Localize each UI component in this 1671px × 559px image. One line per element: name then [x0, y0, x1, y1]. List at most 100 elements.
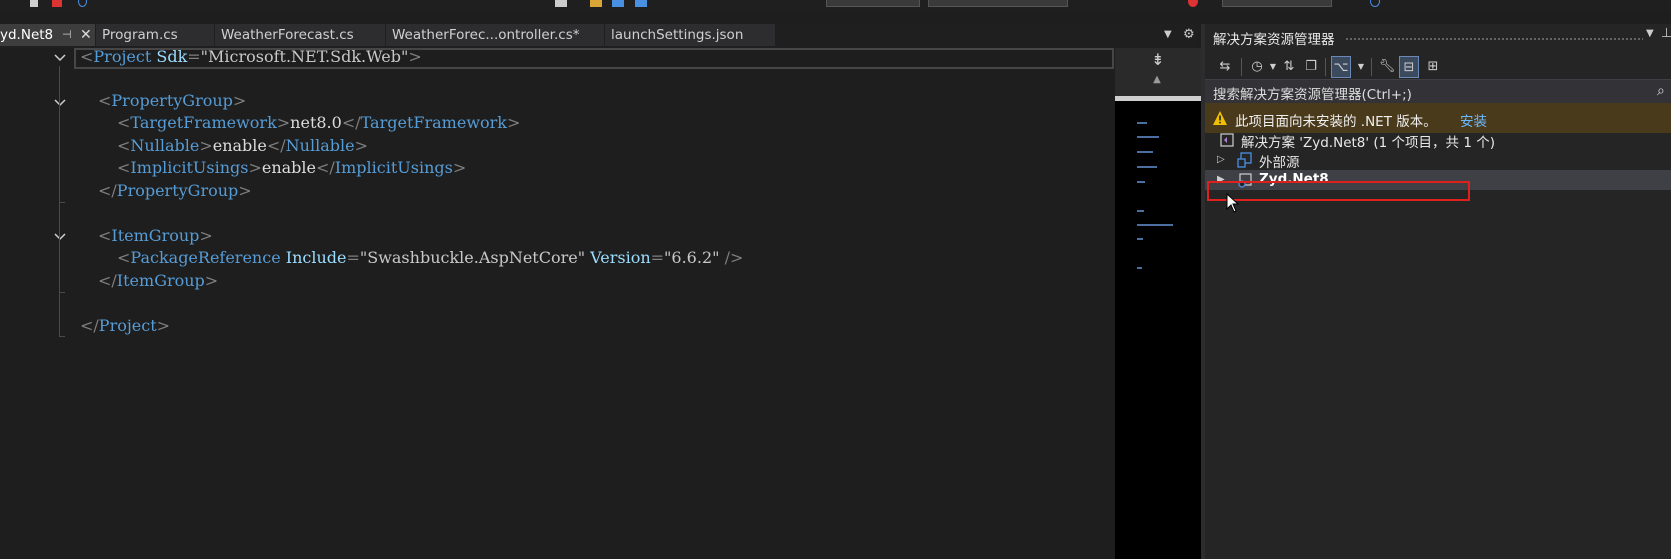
panel-title: 解决方案资源管理器 [1213, 32, 1335, 48]
tab-label: launchSettings.json [611, 27, 744, 43]
pin-icon[interactable]: ⊥ [1661, 26, 1671, 41]
close-icon[interactable]: ✕ [80, 24, 92, 46]
configuration-dropdown[interactable] [826, 0, 920, 7]
tab-label: WeatherForecast.cs [221, 27, 354, 43]
toolbar-icon[interactable] [1370, 0, 1380, 7]
tab-launchsettings-json[interactable]: launchSettings.json [605, 24, 775, 46]
xml-attribute: Version [585, 248, 651, 267]
tab-label: Program.cs [102, 27, 178, 43]
collapse-icon[interactable] [52, 50, 68, 66]
solution-explorer-panel: 解决方案资源管理器 ▼ ⊥ ⇆ ◷ ▼ ⇅ ❐ ⌥ ▼ 🔧︎ ⊟ ⊞ 搜索解决方… [1201, 24, 1671, 559]
sync-icon[interactable]: ⇅ [1279, 56, 1299, 78]
xml-tag: Project [93, 47, 152, 66]
split-editor-icon[interactable]: ⇟ [1146, 50, 1170, 70]
tab-program-cs[interactable]: Program.cs [96, 24, 214, 46]
save-all-icon[interactable] [635, 0, 647, 7]
chevron-down-icon[interactable]: ▼ [1351, 56, 1371, 78]
platform-dropdown[interactable] [928, 0, 1068, 7]
xml-tag: ImplicitUsings [334, 158, 453, 177]
chevron-down-icon[interactable]: ▼ [1646, 28, 1654, 39]
folder-icon[interactable] [590, 0, 602, 7]
editor-scrollbar[interactable]: ⇟ ▲ [1115, 48, 1201, 559]
xml-tag: ImplicitUsings [130, 158, 249, 177]
show-all-files-icon[interactable]: ⌥ [1331, 56, 1351, 78]
toolbar-icon[interactable] [30, 0, 38, 7]
switch-views-icon[interactable]: ⇆ [1215, 56, 1235, 78]
code-line: <PackageReference Include="Swashbuckle.A… [117, 246, 743, 270]
xml-tag: ItemGroup [111, 226, 200, 245]
scroll-up-icon[interactable]: ▲ [1145, 74, 1169, 88]
search-icon[interactable]: ⌕ [1657, 83, 1665, 99]
startup-dropdown[interactable] [1222, 0, 1332, 7]
xml-text: enable [212, 136, 267, 155]
bracket: </ [80, 316, 99, 335]
xml-value: "Microsoft.NET.Sdk.Web" [200, 47, 409, 66]
tab-project-file[interactable]: yd.Net8 ⊣ ✕ [0, 24, 95, 46]
bracket: < [98, 226, 112, 245]
bracket: < [117, 136, 131, 155]
expand-arrow-icon[interactable]: ▷ [1217, 153, 1229, 167]
xml-tag: ItemGroup [116, 271, 205, 290]
mouse-cursor-icon [1226, 193, 1240, 213]
toolbar-separator [1241, 58, 1242, 76]
code-line: <Nullable>enable</Nullable> [117, 134, 368, 158]
bracket: < [117, 248, 131, 267]
bracket: < [117, 113, 131, 132]
xml-value: "Swashbuckle.AspNetCore" [359, 248, 586, 267]
panel-grip[interactable] [1345, 37, 1643, 41]
minimap-line [1137, 267, 1142, 269]
install-link[interactable]: 安装 [1460, 110, 1487, 130]
gear-icon[interactable]: ⚙ [1183, 24, 1197, 46]
equals: = [187, 47, 201, 66]
minimap[interactable] [1115, 96, 1201, 559]
collapse-icon[interactable] [52, 229, 68, 245]
bracket: </ [316, 158, 335, 177]
bracket: > [354, 136, 368, 155]
collapse-icon[interactable] [52, 95, 68, 111]
refresh-icon[interactable] [78, 0, 87, 7]
minimap-viewport[interactable] [1115, 96, 1201, 101]
properties-wrench-icon[interactable]: 🔧︎ [1377, 56, 1397, 78]
collapse-all-icon[interactable]: ❐ [1301, 56, 1321, 78]
code-editor[interactable]: <Project Sdk="Microsoft.NET.Sdk.Web"> <P… [0, 47, 1115, 559]
minimap-line [1137, 238, 1143, 240]
code-line: <ImplicitUsings>enable</ImplicitUsings> [117, 156, 466, 180]
bracket: > [276, 113, 291, 132]
fold-guide [59, 202, 65, 203]
xml-tag: PackageReference [130, 248, 281, 267]
minimap-line [1137, 122, 1147, 124]
bracket: < [80, 47, 94, 66]
debug-icon[interactable] [1188, 0, 1198, 7]
pin-icon[interactable]: ⊣ [62, 24, 72, 46]
solution-explorer-toolbar: ⇆ ◷ ▼ ⇅ ❐ ⌥ ▼ 🔧︎ ⊟ ⊞ [1205, 52, 1671, 82]
tree-item-solution[interactable]: 解决方案 'Zyd.Net8' (1 个项目，共 1 个) [1205, 130, 1671, 151]
xml-tag: TargetFramework [130, 113, 277, 132]
minimap-line [1137, 181, 1145, 183]
stop-icon[interactable] [52, 0, 62, 7]
bracket: > [506, 113, 521, 132]
code-line: <PropertyGroup> [98, 89, 246, 113]
fold-guide [59, 292, 65, 293]
bracket: > [199, 226, 213, 245]
xml-tag: TargetFramework [360, 113, 507, 132]
bracket: > [238, 181, 252, 200]
xml-attribute: Include [280, 248, 347, 267]
bracket: > [199, 136, 213, 155]
save-icon[interactable] [612, 0, 624, 7]
xml-tag: Nullable [285, 136, 355, 155]
tab-list-dropdown-icon[interactable]: ▼ [1164, 24, 1178, 46]
code-line: </ItemGroup> [98, 269, 218, 293]
toolbar-icon[interactable] [555, 0, 567, 7]
search-box[interactable]: 搜索解决方案资源管理器(Ctrl+;) ⌕ [1205, 79, 1671, 103]
bracket: </ [98, 271, 117, 290]
tab-weatherforecast-cs[interactable]: WeatherForecast.cs [215, 24, 385, 46]
xml-text: enable [261, 158, 316, 177]
preview-selected-items-icon[interactable]: ⊟ [1399, 56, 1419, 78]
tab-weatherforecastcontroller-cs[interactable]: WeatherForec...ontroller.cs* [386, 24, 604, 46]
search-input[interactable]: 搜索解决方案资源管理器(Ctrl+;) [1213, 83, 1412, 103]
fold-guide [59, 336, 65, 337]
code-line: <ItemGroup> [98, 224, 213, 248]
tree-item-external-sources[interactable]: ▷ 外部源 [1205, 150, 1671, 171]
minimap-line [1137, 210, 1144, 212]
class-view-icon[interactable]: ⊞ [1423, 56, 1443, 78]
